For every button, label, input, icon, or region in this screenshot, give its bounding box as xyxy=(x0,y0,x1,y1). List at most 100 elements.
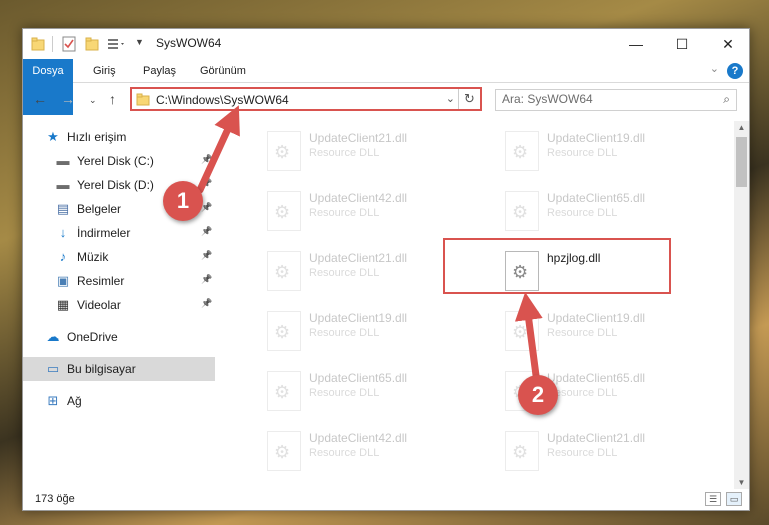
refresh-icon[interactable]: ↻ xyxy=(458,89,480,109)
pin-icon[interactable]: 📌 xyxy=(201,202,212,213)
computer-icon: ▭ xyxy=(46,361,60,376)
sidebar-item-label: Müzik xyxy=(77,250,109,264)
sidebar-item[interactable]: ▬ Yerel Disk (C:) 📌 xyxy=(23,149,215,173)
new-folder-icon[interactable] xyxy=(85,36,99,52)
address-dropdown-icon[interactable]: ⌄ xyxy=(446,92,455,105)
pin-icon[interactable]: 📌 xyxy=(201,274,212,285)
quick-access-dropdown-icon[interactable]: ▼ xyxy=(135,37,144,53)
vertical-scrollbar[interactable]: ▲ ▼ xyxy=(734,121,749,489)
dll-file-icon: ⚙ xyxy=(505,371,539,411)
gear-icon: ⚙ xyxy=(274,142,291,162)
navigation-pane: ★ Hızlı erişim ▬ Yerel Disk (C:) 📌 ▬ Yerel Dis… xyxy=(23,121,217,491)
dll-file-icon: ⚙ xyxy=(267,251,301,291)
file-item[interactable]: ⚙ UpdateClient65.dll Resource DLL xyxy=(479,361,699,417)
gear-icon: ⚙ xyxy=(512,322,529,342)
file-item[interactable]: ⚙ UpdateClient19.dll Resource DLL xyxy=(479,301,699,357)
sidebar-item[interactable]: ▤ Belgeler 📌 xyxy=(23,197,215,221)
video-icon: ▦ xyxy=(56,297,70,312)
star-icon: ★ xyxy=(47,129,59,144)
gear-icon: ⚙ xyxy=(274,322,291,342)
tab-giris[interactable]: Giriş xyxy=(93,59,116,83)
tab-paylas[interactable]: Paylaş xyxy=(143,59,176,83)
network-icon: ⊞ xyxy=(47,393,59,408)
address-path[interactable]: C:\Windows\SysWOW64 xyxy=(156,93,289,107)
scroll-up-icon[interactable]: ▲ xyxy=(734,123,749,132)
large-icons-view-icon[interactable]: ▭ xyxy=(726,492,742,506)
scroll-down-icon[interactable]: ▼ xyxy=(734,478,749,487)
file-type: Resource DLL xyxy=(309,267,380,279)
file-item[interactable]: ⚙ UpdateClient21.dll Resource DLL xyxy=(241,241,461,297)
file-type: Resource DLL xyxy=(309,207,380,219)
file-item[interactable]: ⚙ UpdateClient19.dll Resource DLL xyxy=(479,121,699,177)
search-input[interactable] xyxy=(502,92,702,106)
sidebar-item[interactable]: ♪ Müzik 📌 xyxy=(23,245,215,269)
file-item[interactable]: ⚙ UpdateClient65.dll Resource DLL xyxy=(479,181,699,237)
dll-file-icon: ⚙ xyxy=(505,311,539,351)
forward-arrow-icon[interactable]: → xyxy=(61,91,75,107)
file-name: UpdateClient21.dll xyxy=(309,131,408,145)
sidebar-item[interactable]: ⊞ Ağ xyxy=(23,389,215,413)
separator xyxy=(52,36,53,52)
properties-icon[interactable] xyxy=(61,36,77,52)
sidebar-item[interactable]: ☁ OneDrive xyxy=(23,325,215,349)
dll-file-icon: ⚙ xyxy=(267,131,301,171)
pin-icon[interactable]: 📌 xyxy=(201,250,212,261)
dll-file-icon: ⚙ xyxy=(505,131,539,171)
maximize-button[interactable]: ☐ xyxy=(659,29,705,59)
search-icon[interactable]: ⌕ xyxy=(723,92,730,107)
folder-icon xyxy=(31,37,45,51)
file-type: Resource DLL xyxy=(309,447,380,459)
pin-icon[interactable]: 📌 xyxy=(201,178,212,189)
file-type: Resource DLL xyxy=(309,147,380,159)
back-arrow-icon[interactable]: ← xyxy=(33,91,47,107)
navigation-bar: ← → ⌄ ↑ C:\Windows\SysWOW64 ⌄ ↻ ⌕ xyxy=(23,85,749,115)
gear-icon: ⚙ xyxy=(274,262,291,282)
drive-icon: ▬ xyxy=(56,153,70,168)
sidebar-item[interactable]: ↓ İndirmeler 📌 xyxy=(23,221,215,245)
scrollbar-thumb[interactable] xyxy=(736,137,747,187)
sidebar-item[interactable]: ▣ Resimler 📌 xyxy=(23,269,215,293)
explorer-window: ▼ SysWOW64 — ☐ ✕ Dosya Giriş Paylaş Görü… xyxy=(22,28,750,511)
file-name: UpdateClient65.dll xyxy=(309,371,408,385)
gear-icon: ⚙ xyxy=(512,442,529,462)
pin-icon[interactable]: 📌 xyxy=(201,298,212,309)
help-icon[interactable]: ? xyxy=(727,63,743,79)
sidebar-item-label: Videolar xyxy=(77,298,121,312)
sidebar-item[interactable]: ★ Hızlı erişim xyxy=(23,125,215,149)
file-item[interactable]: ⚙ UpdateClient42.dll Resource DLL xyxy=(241,181,461,237)
file-item[interactable]: ⚙ UpdateClient65.dll Resource DLL xyxy=(241,361,461,417)
file-name: UpdateClient21.dll xyxy=(309,251,408,265)
customize-toolbar-icon[interactable] xyxy=(107,36,127,52)
minimize-button[interactable]: — xyxy=(613,29,659,59)
sidebar-item[interactable]: ▦ Videolar 📌 xyxy=(23,293,215,317)
close-button[interactable]: ✕ xyxy=(705,29,749,59)
gear-icon: ⚙ xyxy=(274,382,291,402)
sidebar-item-label: Yerel Disk (C:) xyxy=(77,154,154,168)
pin-icon[interactable]: 📌 xyxy=(201,226,212,237)
up-arrow-icon[interactable]: ↑ xyxy=(109,91,116,107)
dll-file-icon: ⚙ xyxy=(505,191,539,231)
details-view-icon[interactable]: ☰ xyxy=(705,492,721,506)
title-bar: ▼ SysWOW64 — ☐ ✕ xyxy=(23,29,749,59)
file-name: UpdateClient65.dll xyxy=(547,191,646,205)
sidebar-item[interactable]: ▬ Yerel Disk (D:) 📌 xyxy=(23,173,215,197)
expand-ribbon-icon[interactable]: ⌄ xyxy=(710,62,719,75)
pin-icon[interactable]: 📌 xyxy=(201,154,212,165)
address-bar[interactable]: C:\Windows\SysWOW64 ⌄ ↻ xyxy=(130,87,482,111)
gear-icon: ⚙ xyxy=(274,442,291,462)
file-type: Resource DLL xyxy=(309,327,380,339)
sidebar-item-label: Belgeler xyxy=(77,202,122,216)
file-item[interactable]: ⚙ UpdateClient19.dll Resource DLL xyxy=(241,301,461,357)
status-bar: 173 öğe ☰ ▭ xyxy=(23,489,749,510)
tab-gorunum[interactable]: Görünüm xyxy=(200,59,246,83)
gear-icon: ⚙ xyxy=(512,142,529,162)
recent-locations-icon[interactable]: ⌄ xyxy=(89,95,97,106)
file-item[interactable]: ⚙ UpdateClient42.dll Resource DLL xyxy=(241,421,461,477)
file-item[interactable]: ⚙ UpdateClient21.dll Resource DLL xyxy=(241,121,461,177)
sidebar-item-label: OneDrive xyxy=(67,330,118,344)
file-type: Resource DLL xyxy=(547,327,618,339)
sidebar-item-label: Hızlı erişim xyxy=(67,130,127,144)
file-item[interactable]: ⚙ UpdateClient21.dll Resource DLL xyxy=(479,421,699,477)
search-box[interactable]: ⌕ xyxy=(495,89,737,111)
sidebar-item[interactable]: ▭ Bu bilgisayar xyxy=(23,357,215,381)
